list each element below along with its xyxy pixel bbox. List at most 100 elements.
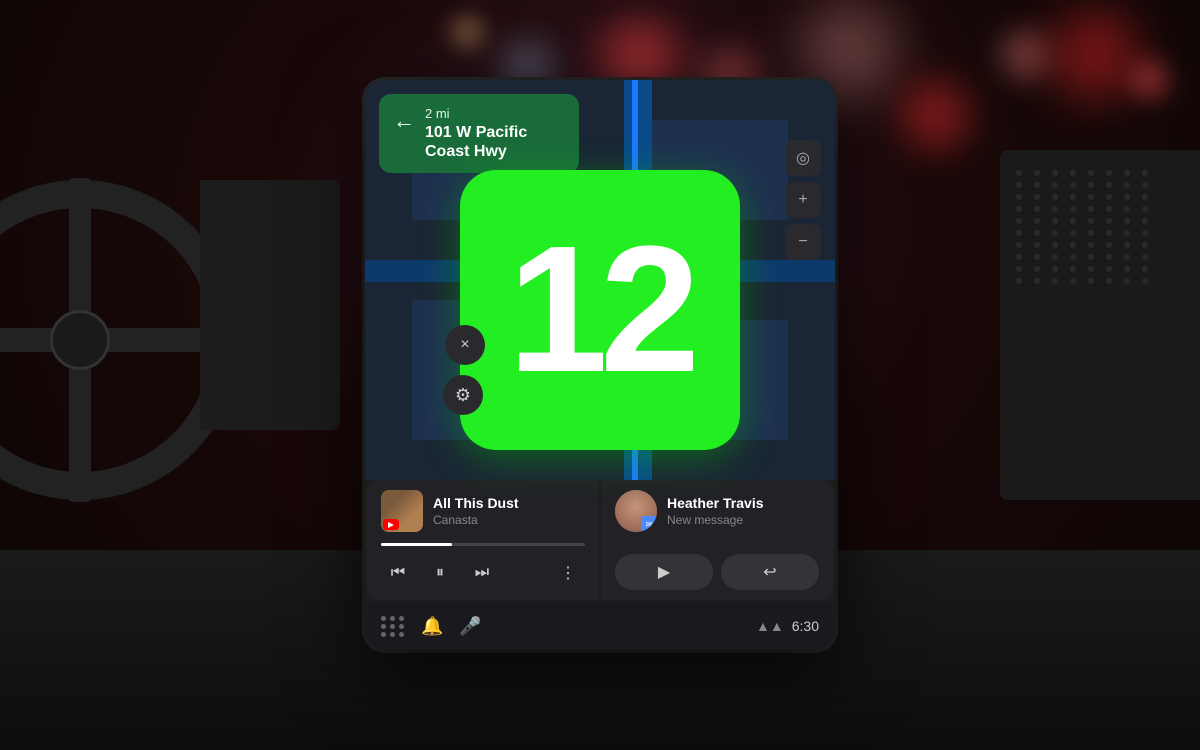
grille-dot [1070, 206, 1076, 212]
more-button[interactable]: ⋮ [551, 556, 585, 590]
grille-dot [1070, 170, 1076, 176]
app-dot [390, 632, 395, 637]
reply-button[interactable]: ↩ [721, 554, 819, 590]
grille-dot [1124, 218, 1130, 224]
grille-dot [1106, 218, 1112, 224]
grille-dot [1088, 278, 1094, 284]
music-progress-bar[interactable] [381, 543, 585, 546]
app-dot [399, 624, 404, 629]
grille-dot [1142, 242, 1148, 248]
grille-dot [1052, 170, 1058, 176]
grille-dot [1070, 182, 1076, 188]
grille-dot [1142, 170, 1148, 176]
grille-dot [1124, 194, 1130, 200]
microphone-icon[interactable]: 🎤 [459, 616, 481, 637]
grille-dot [1016, 206, 1022, 212]
grille-dot [1142, 254, 1148, 260]
grille-dot [1070, 218, 1076, 224]
grille-dot [1034, 230, 1040, 236]
grille-dot [1034, 254, 1040, 260]
app-dot [390, 616, 395, 621]
music-artist: Canasta [433, 513, 519, 527]
grille-dot [1142, 218, 1148, 224]
message-panel: ✉ Heather Travis New message ▶ ↩ [601, 480, 833, 600]
grille-dot [1016, 194, 1022, 200]
grille-dot [1016, 170, 1022, 176]
music-text: All This Dust Canasta [433, 495, 519, 527]
grille-dot [1106, 170, 1112, 176]
grille-dot [1052, 206, 1058, 212]
grille-dot [1016, 254, 1022, 260]
bottom-nav: 🔔 🎤 ▲▲ 6:30 [365, 602, 835, 650]
message-actions: ▶ ↩ [615, 554, 819, 590]
bell-icon[interactable]: 🔔 [421, 616, 443, 637]
grille-dot [1052, 266, 1058, 272]
music-info: All This Dust Canasta [381, 490, 585, 532]
prev-button[interactable]: ⏮ [381, 556, 415, 590]
grille-dot [1070, 254, 1076, 260]
grille-dot [1070, 242, 1076, 248]
grille-dot [1052, 278, 1058, 284]
play-message-button[interactable]: ▶ [615, 554, 713, 590]
grille-dot [1124, 206, 1130, 212]
grille-dot [1106, 242, 1112, 248]
grille-dot [1142, 278, 1148, 284]
grille-dot [1034, 218, 1040, 224]
grille-dot [1034, 278, 1040, 284]
close-button[interactable]: × [445, 325, 485, 365]
grille-dot [1142, 266, 1148, 272]
music-controls: ⏮ ⏸ ⏭ ⋮ [381, 556, 585, 590]
navigation-card: ← 2 mi 101 W Pacific Coast Hwy [379, 94, 579, 173]
app-dot [390, 624, 395, 629]
app-dot [381, 632, 386, 637]
zoom-out-button[interactable]: − [785, 224, 821, 260]
music-title: All This Dust [433, 495, 519, 511]
clock: 6:30 [792, 618, 819, 634]
grille-dot [1106, 278, 1112, 284]
album-art [381, 490, 423, 532]
grille-dot [1016, 218, 1022, 224]
grille-dot [1124, 230, 1130, 236]
bottom-panels: All This Dust Canasta ⏮ ⏸ ⏭ ⋮ ✉ [365, 480, 835, 600]
grille-dot [1106, 206, 1112, 212]
grille-dot [1088, 266, 1094, 272]
grille-dot [1106, 254, 1112, 260]
grille-dot [1124, 242, 1130, 248]
settings-button[interactable]: ⚙ [443, 375, 483, 415]
grille-dot [1052, 230, 1058, 236]
app-dot [399, 616, 404, 621]
grille-dot [1124, 266, 1130, 272]
grille-dot [1034, 182, 1040, 188]
grille-dots-right [1000, 150, 1200, 304]
play-pause-button[interactable]: ⏸ [423, 556, 457, 590]
grille-dot [1124, 182, 1130, 188]
speaker-left: // Generate dots [200, 180, 340, 430]
grille-dot [1070, 230, 1076, 236]
grille-dot [1106, 230, 1112, 236]
grille-dot [1106, 266, 1112, 272]
music-panel: All This Dust Canasta ⏮ ⏸ ⏭ ⋮ [367, 480, 599, 600]
grille-dot [1034, 206, 1040, 212]
location-button[interactable]: ◎ [785, 140, 821, 176]
zoom-in-button[interactable]: + [785, 182, 821, 218]
music-progress-fill [381, 543, 452, 546]
grille-dot [1124, 254, 1130, 260]
next-button[interactable]: ⏭ [465, 556, 499, 590]
apps-grid[interactable] [381, 616, 405, 637]
grille-dot [1088, 242, 1094, 248]
grille-dot [1142, 230, 1148, 236]
grille-dots-left: // Generate dots [200, 180, 340, 220]
grille-dot [1016, 278, 1022, 284]
nav-info: 2 mi 101 W Pacific Coast Hwy [425, 106, 527, 161]
speaker-right [1000, 150, 1200, 500]
grille-dot [1142, 194, 1148, 200]
grille-dot [1142, 182, 1148, 188]
grille-dot [1016, 230, 1022, 236]
grille-dot [1088, 206, 1094, 212]
grille-dot [1034, 194, 1040, 200]
grille-dot [1016, 266, 1022, 272]
signal-icon: ▲▲ [756, 618, 784, 634]
grille-dot [1088, 170, 1094, 176]
grille-dot [1052, 194, 1058, 200]
grille-dot [1070, 266, 1076, 272]
